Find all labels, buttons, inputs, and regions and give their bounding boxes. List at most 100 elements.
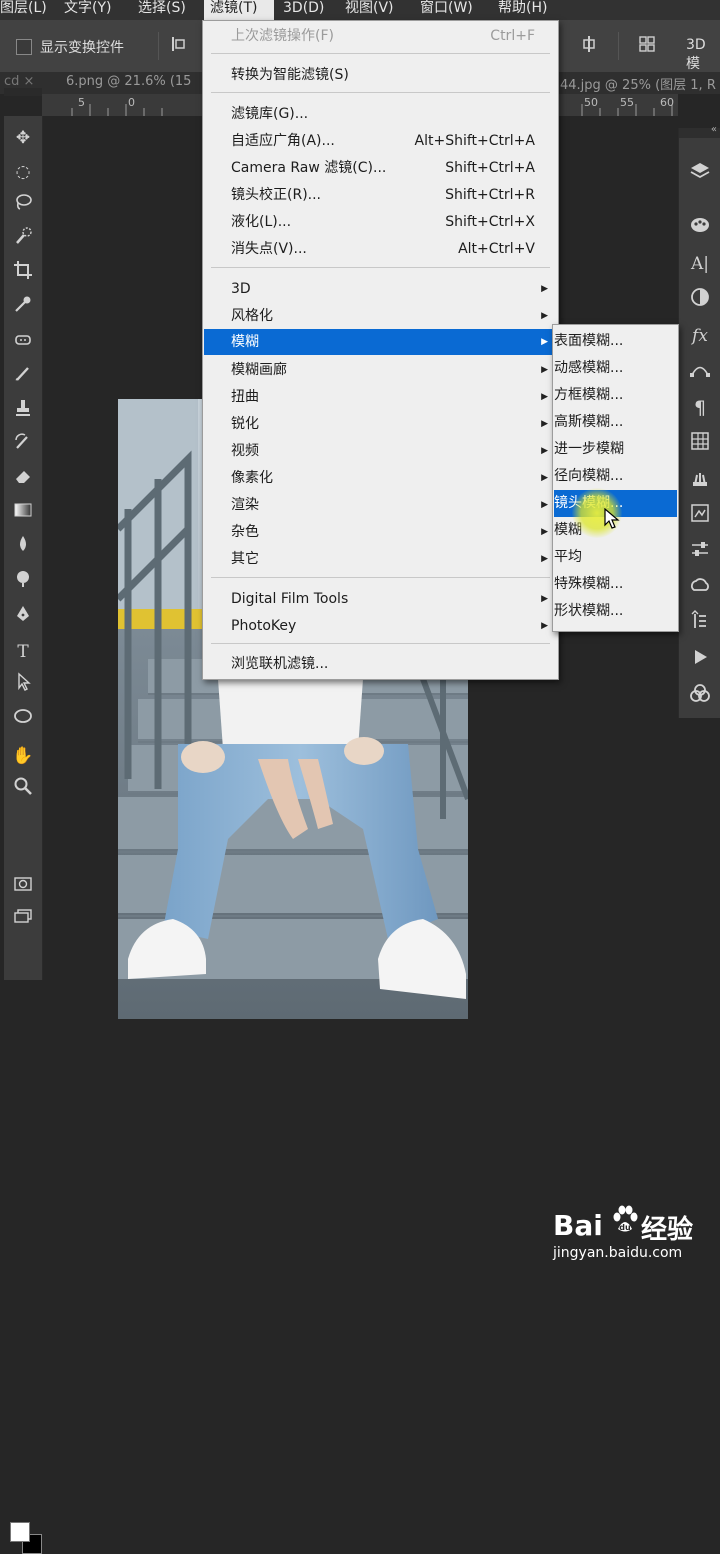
- eraser-icon[interactable]: [6, 466, 40, 494]
- toolbar-collapse-handle[interactable]: [4, 88, 42, 96]
- submenu-item-surface-blur[interactable]: 表面模糊...: [554, 328, 677, 355]
- menu-window[interactable]: 窗口(W): [420, 0, 484, 20]
- document-tab[interactable]: 44.jpg @ 25% (图层 1, R: [560, 74, 716, 93]
- menu-separator: [211, 577, 550, 578]
- menu-view[interactable]: 视图(V): [345, 0, 405, 20]
- menu-filter[interactable]: 滤镜(T): [204, 0, 274, 20]
- color-icon[interactable]: [683, 214, 717, 242]
- menu-item-adaptive-wide-angle[interactable]: 自适应广角(A)... Alt+Shift+Ctrl+A: [204, 128, 557, 154]
- menu-item-blur-gallery[interactable]: 模糊画廊 ▶: [204, 357, 557, 383]
- properties-icon[interactable]: [683, 502, 717, 530]
- crop-icon[interactable]: [6, 260, 40, 288]
- 3d-icon[interactable]: [683, 682, 717, 710]
- gradient-icon[interactable]: [6, 500, 40, 528]
- brush-icon[interactable]: [6, 364, 40, 392]
- menu-item-render[interactable]: 渲染 ▶: [204, 492, 557, 518]
- eyedropper-icon[interactable]: [6, 294, 40, 322]
- type-icon[interactable]: T: [6, 638, 40, 666]
- elliptical-marquee-icon[interactable]: ◌: [6, 158, 40, 186]
- menu-item-video[interactable]: 视频 ▶: [204, 438, 557, 464]
- menu-select[interactable]: 选择(S): [138, 0, 198, 20]
- submenu-item-smart-blur[interactable]: 特殊模糊...: [554, 571, 677, 598]
- pen-icon[interactable]: [6, 604, 40, 632]
- submenu-arrow-icon: ▶: [541, 500, 548, 510]
- submenu-item-gaussian-blur[interactable]: 高斯模糊...: [554, 409, 677, 436]
- menu-item-liquify[interactable]: 液化(L)... Shift+Ctrl+X: [204, 209, 557, 235]
- show-transform-checkbox[interactable]: [16, 39, 32, 55]
- quick-selection-icon[interactable]: [6, 226, 40, 254]
- menu-item-3d[interactable]: 3D ▶: [204, 276, 557, 302]
- mouse-cursor-icon: [604, 507, 620, 534]
- history-brush-icon[interactable]: [6, 432, 40, 460]
- foreground-color-swatch[interactable]: [10, 1522, 30, 1542]
- paragraph-icon[interactable]: ¶: [683, 394, 717, 422]
- ellipse-shape-icon[interactable]: [6, 706, 40, 734]
- baidu-jingyan-watermark: Bai du 经验 jingyan.baidu.com: [553, 1203, 713, 1267]
- submenu-arrow-icon: ▶: [541, 473, 548, 483]
- history-icon[interactable]: [683, 610, 717, 638]
- menu-separator: [211, 643, 550, 644]
- clone-stamp-icon[interactable]: [6, 398, 40, 426]
- brushes-icon[interactable]: [683, 466, 717, 494]
- submenu-item-radial-blur[interactable]: 径向模糊...: [554, 463, 677, 490]
- ruler-tick-label: 55: [620, 96, 634, 109]
- menu-item-stylize[interactable]: 风格化 ▶: [204, 303, 557, 329]
- quick-mask-icon[interactable]: [6, 874, 40, 902]
- hand-icon[interactable]: ✋: [6, 742, 40, 770]
- menu-3d[interactable]: 3D(D): [283, 0, 333, 20]
- menu-layer[interactable]: 图层(L): [0, 0, 52, 20]
- move-icon[interactable]: ✥: [6, 124, 40, 152]
- swatches-icon[interactable]: [683, 430, 717, 458]
- distribute-icon[interactable]: [638, 35, 656, 53]
- align-left-icon[interactable]: [170, 35, 188, 53]
- dock-header[interactable]: «: [679, 124, 720, 138]
- screen-mode-icon[interactable]: [6, 906, 40, 934]
- lasso-icon[interactable]: [6, 192, 40, 220]
- blur-tool-icon[interactable]: [6, 534, 40, 562]
- document-tab[interactable]: 6.png @ 21.6% (15: [66, 74, 191, 89]
- menu-item-other[interactable]: 其它 ▶: [204, 546, 557, 572]
- cc-libraries-icon[interactable]: [683, 574, 717, 602]
- menu-item-filter-gallery[interactable]: 滤镜库(G)...: [204, 101, 557, 127]
- path-selection-icon[interactable]: [6, 672, 40, 700]
- fx-icon[interactable]: fx: [683, 322, 717, 350]
- menu-type[interactable]: 文字(Y): [64, 0, 124, 20]
- ruler-tick-label: 60: [660, 96, 674, 109]
- zoom-icon[interactable]: [6, 776, 40, 804]
- submenu-item-blur-more[interactable]: 进一步模糊: [554, 436, 677, 463]
- submenu-item-motion-blur[interactable]: 动感模糊...: [554, 355, 677, 382]
- tab-close-icon[interactable]: cd ×: [4, 74, 34, 89]
- menu-item-camera-raw[interactable]: Camera Raw 滤镜(C)... Shift+Ctrl+A: [204, 155, 557, 181]
- menu-item-vanishing-point[interactable]: 消失点(V)... Alt+Ctrl+V: [204, 236, 557, 262]
- layers-icon[interactable]: [683, 160, 717, 188]
- menu-item-sharpen[interactable]: 锐化 ▶: [204, 411, 557, 437]
- menu-item-blur[interactable]: 模糊 ▶: [204, 329, 557, 355]
- menu-item-lens-correction[interactable]: 镜头校正(R)... Shift+Ctrl+R: [204, 182, 557, 208]
- color-swatches[interactable]: [10, 808, 42, 1554]
- levels-icon[interactable]: [683, 538, 717, 566]
- menu-separator: [211, 267, 550, 268]
- watermark-url: jingyan.baidu.com: [553, 1245, 683, 1261]
- menu-item-last-filter[interactable]: 上次滤镜操作(F) Ctrl+F: [204, 23, 557, 49]
- menu-item-photokey[interactable]: PhotoKey ▶: [204, 613, 557, 639]
- actions-icon[interactable]: [683, 646, 717, 674]
- submenu-item-average[interactable]: 平均: [554, 544, 677, 571]
- submenu-arrow-icon: ▶: [541, 311, 548, 321]
- submenu-arrow-icon: ▶: [541, 419, 548, 429]
- dodge-icon[interactable]: [6, 568, 40, 596]
- adjustments-icon[interactable]: [683, 286, 717, 314]
- character-icon[interactable]: A|: [683, 250, 717, 278]
- menu-item-noise[interactable]: 杂色 ▶: [204, 519, 557, 545]
- menu-help[interactable]: 帮助(H): [498, 0, 562, 20]
- paths-icon[interactable]: [683, 358, 717, 386]
- healing-brush-icon[interactable]: [6, 330, 40, 358]
- menu-item-browse-online-filters[interactable]: 浏览联机滤镜...: [204, 651, 557, 677]
- menu-item-digital-film-tools[interactable]: Digital Film Tools ▶: [204, 586, 557, 612]
- align-center-icon[interactable]: [580, 35, 598, 53]
- svg-text:du: du: [619, 1223, 631, 1232]
- menu-item-distort[interactable]: 扭曲 ▶: [204, 384, 557, 410]
- submenu-item-shape-blur[interactable]: 形状模糊...: [554, 598, 677, 625]
- menu-item-pixelate[interactable]: 像素化 ▶: [204, 465, 557, 491]
- menu-item-convert-smart-filter[interactable]: 转换为智能滤镜(S): [204, 62, 557, 88]
- submenu-item-box-blur[interactable]: 方框模糊...: [554, 382, 677, 409]
